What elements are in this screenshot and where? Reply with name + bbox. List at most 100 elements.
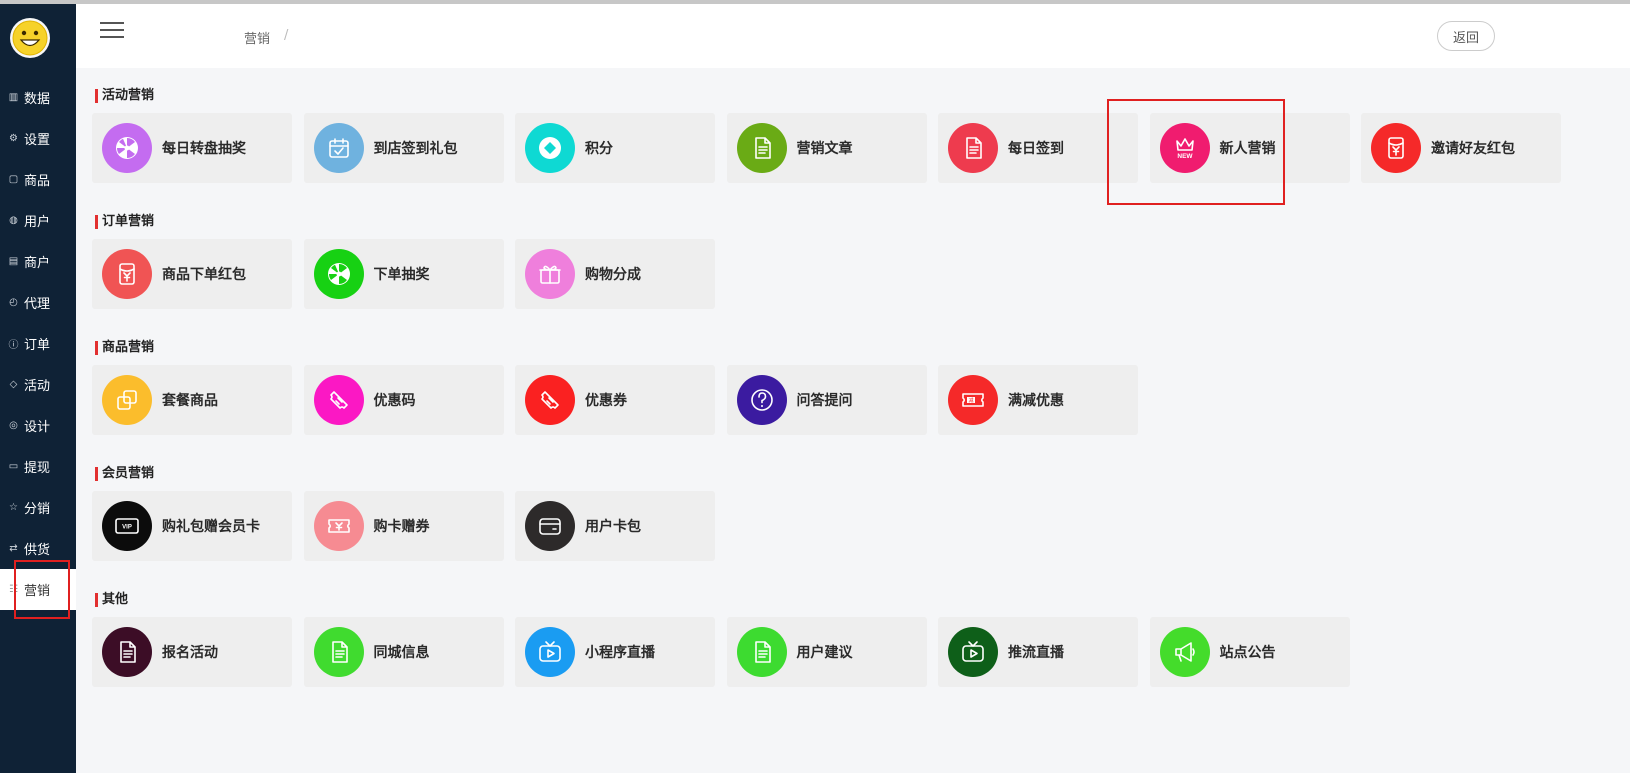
sidebar-item[interactable]: ▤ 商户 xyxy=(0,241,76,282)
breadcrumb-separator: / xyxy=(284,28,289,43)
marketing-card-label: 购礼包赠会员卡 xyxy=(162,519,260,535)
marketing-card[interactable]: 邀请好友红包 xyxy=(1361,113,1561,183)
hamburger-menu-icon[interactable] xyxy=(100,22,124,40)
document-icon xyxy=(948,123,998,173)
marketing-card-label: 问答提问 xyxy=(796,393,853,409)
palette-icon: ◎ xyxy=(9,420,18,431)
squares-icon xyxy=(102,375,152,425)
sidebar-item[interactable]: ☆ 分销 xyxy=(0,487,76,528)
marketing-card-label: 购物分成 xyxy=(585,267,641,283)
gear-icon: ⚙ xyxy=(9,133,18,144)
section-title: 活动营销 xyxy=(95,89,154,103)
sidebar-nav: ▥ 数据 ⚙ 设置 ▢ 商品 ◍ 用户 ▤ 商户 ◴ 代理 ⓘ 订单 ◇ 活动 ◎ 设计 ▭ 提现 ☆ 分销 ⇄ 供货 ☷ 营销 xyxy=(0,77,76,610)
marketing-card-label: 用户卡包 xyxy=(585,519,641,535)
marketing-card-label: 推流直播 xyxy=(1008,645,1064,661)
sidebar: ▥ 数据 ⚙ 设置 ▢ 商品 ◍ 用户 ▤ 商户 ◴ 代理 ⓘ 订单 ◇ 活动 ◎ 设计 ▭ 提现 ☆ 分销 ⇄ 供货 ☷ 营销 xyxy=(0,4,76,773)
marketing-card[interactable]: 站点公告 xyxy=(1149,617,1350,687)
gift-icon xyxy=(525,249,575,299)
breadcrumb[interactable]: 营销 xyxy=(244,28,270,47)
marketing-card[interactable]: 套餐商品 xyxy=(92,365,292,435)
sidebar-item-label: 订单 xyxy=(24,338,51,353)
marketing-card[interactable]: VIP 购礼包赠会员卡 xyxy=(92,491,292,561)
document-icon xyxy=(313,627,364,677)
marketing-card[interactable]: 问答提问 xyxy=(726,365,927,435)
card-icon: ▭ xyxy=(8,461,19,472)
marketing-card-label: 每日转盘抽奖 xyxy=(162,141,246,157)
section-title: 会员营销 xyxy=(95,467,154,481)
sidebar-item[interactable]: ◇ 活动 xyxy=(0,364,76,405)
marketing-card[interactable]: 优惠码 xyxy=(303,365,504,435)
sidebar-item-label: 商品 xyxy=(24,174,51,189)
sidebar-item[interactable]: ▥ 数据 xyxy=(0,77,76,118)
red-envelope-icon xyxy=(1371,123,1421,173)
top-header: 营销 / 返回 xyxy=(76,4,1630,68)
marketing-card[interactable]: 报名活动 xyxy=(92,617,292,687)
megaphone-icon xyxy=(1159,627,1210,677)
user-icon: ◍ xyxy=(9,215,18,226)
marketing-panel: 活动营销 每日转盘抽奖 到店签到礼包 积分 营销文章 每日签到 NEW 新人营销 邀请好友红包订… xyxy=(76,68,1630,773)
info-icon: ⓘ xyxy=(8,340,19,351)
marketing-card[interactable]: 同城信息 xyxy=(303,617,504,687)
sidebar-item[interactable]: ⚙ 设置 xyxy=(0,118,76,159)
marketing-card-label: 下单抽奖 xyxy=(373,267,430,283)
marketing-card-label: 同城信息 xyxy=(373,645,430,661)
sidebar-item-label: 用户 xyxy=(24,215,51,230)
marketing-card[interactable]: 积分 xyxy=(515,113,715,183)
sidebar-item-label: 活动 xyxy=(24,379,51,394)
marketing-card-label: 报名活动 xyxy=(162,645,218,661)
marketing-card-label: 满减优惠 xyxy=(1008,393,1064,409)
marketing-card-label: 邀请好友红包 xyxy=(1431,141,1515,157)
calendar-icon xyxy=(313,123,364,173)
sidebar-item-label: 商户 xyxy=(24,256,51,271)
marketing-card[interactable]: 用户卡包 xyxy=(515,491,715,561)
marketing-card-label: 用户建议 xyxy=(796,645,853,661)
marketing-card[interactable]: 每日转盘抽奖 xyxy=(92,113,292,183)
sidebar-item[interactable]: ▢ 商品 xyxy=(0,159,76,200)
marketing-card[interactable]: 优惠券 xyxy=(515,365,715,435)
sidebar-item-label: 数据 xyxy=(24,92,51,107)
marketing-card[interactable]: 下单抽奖 xyxy=(303,239,504,309)
tag-icon: ◇ xyxy=(9,379,18,390)
marketing-card[interactable]: 营销文章 xyxy=(726,113,927,183)
sidebar-item[interactable]: ⓘ 订单 xyxy=(0,323,76,364)
marketing-card[interactable]: 到店签到礼包 xyxy=(303,113,504,183)
marketing-card-label: 到店签到礼包 xyxy=(373,141,458,157)
document-icon xyxy=(736,123,787,173)
marketing-card-label: 购卡赠券 xyxy=(373,519,430,535)
marketing-card[interactable]: 购卡赠券 xyxy=(303,491,504,561)
discount-icon: 减 xyxy=(948,375,998,425)
tv-icon xyxy=(948,627,998,677)
marketing-card[interactable]: 推流直播 xyxy=(938,617,1138,687)
marketing-card-label: 站点公告 xyxy=(1219,645,1276,661)
clock-icon: ◴ xyxy=(9,297,18,308)
smiley-logo-icon[interactable] xyxy=(10,18,50,58)
chart-icon: ▥ xyxy=(8,92,19,103)
marketing-card-label: 套餐商品 xyxy=(162,393,218,409)
svg-text:VIP: VIP xyxy=(122,525,132,531)
marketing-card-label: 每日签到 xyxy=(1008,141,1064,157)
section-title: 订单营销 xyxy=(95,215,154,229)
ticket-icon xyxy=(525,375,575,425)
marketing-card[interactable]: 购物分成 xyxy=(515,239,715,309)
sidebar-item-label: 设置 xyxy=(24,133,51,148)
marketing-card[interactable]: 减 满减优惠 xyxy=(938,365,1138,435)
back-button[interactable]: 返回 xyxy=(1437,21,1495,51)
section-title: 其他 xyxy=(95,593,128,607)
sidebar-item[interactable]: ▭ 提现 xyxy=(0,446,76,487)
red-envelope-icon xyxy=(102,249,152,299)
marketing-card[interactable]: 小程序直播 xyxy=(515,617,715,687)
sidebar-item[interactable]: ◍ 用户 xyxy=(0,200,76,241)
sidebar-item-label: 代理 xyxy=(24,297,51,312)
sidebar-item[interactable]: ◴ 代理 xyxy=(0,282,76,323)
new-user-marketing-highlight-box xyxy=(1107,99,1285,205)
box-icon: ▢ xyxy=(8,174,19,185)
wallet-icon xyxy=(525,501,575,551)
marketing-card[interactable]: 商品下单红包 xyxy=(92,239,292,309)
star-icon: ☆ xyxy=(9,502,18,513)
sidebar-item[interactable]: ◎ 设计 xyxy=(0,405,76,446)
marketing-card[interactable]: 用户建议 xyxy=(726,617,927,687)
sidebar-item-label: 设计 xyxy=(24,420,51,435)
wheel-icon xyxy=(313,249,364,299)
svg-text:减: 减 xyxy=(968,397,973,404)
section-title: 商品营销 xyxy=(95,341,154,355)
